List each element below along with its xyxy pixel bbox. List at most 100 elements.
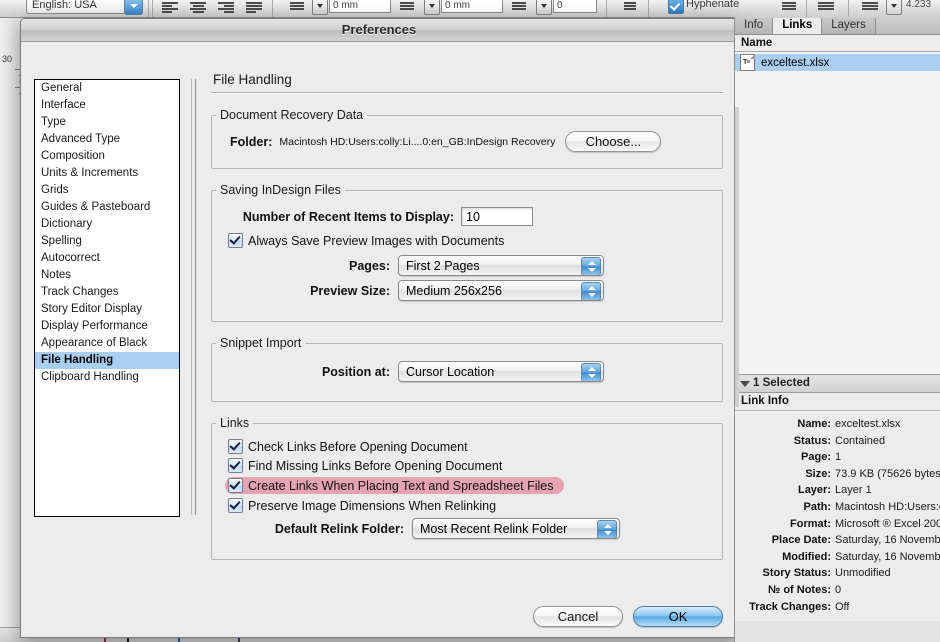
list-item[interactable]: T≡ exceltest.xlsx [735, 54, 940, 71]
sidebar-item-interface[interactable]: Interface [35, 97, 179, 114]
panel-tab-bar: Info Links Layers [735, 17, 940, 35]
control-panel-toolbar[interactable]: English: USA 0 mm 0 mm 0 Hyphenate 4.233 [0, 0, 940, 18]
info-value: 1 [835, 451, 842, 464]
bulleted-list-icon[interactable] [620, 2, 636, 15]
position-at-dropdown-value: Cursor Location [406, 365, 495, 379]
info-key: Name: [797, 418, 831, 430]
link-info-body: Name: exceltest.xlsx Status: Contained Pag… [735, 411, 940, 621]
info-value: 73.9 KB (75626 bytes) [835, 467, 940, 480]
align-justify-icon[interactable] [246, 2, 262, 15]
hyphenate-checkbox[interactable] [668, 0, 684, 14]
snippet-import-legend: Snippet Import [220, 336, 302, 350]
preview-size-dropdown-value: Medium 256x256 [406, 284, 502, 298]
info-value: Saturday, 16 November 201 [835, 550, 940, 563]
links-legend: Links [220, 416, 250, 430]
document-recovery-legend: Document Recovery Data [220, 108, 364, 122]
disclosure-triangle-icon[interactable] [740, 381, 750, 387]
tab-layers[interactable]: Layers [822, 18, 876, 34]
column-gutter-field[interactable]: 4.233 [903, 0, 937, 13]
create-links-checkbox[interactable] [228, 478, 243, 493]
check-links-checkbox[interactable] [228, 439, 243, 454]
info-key: Size: [805, 467, 831, 480]
info-value: Unmodified [835, 567, 891, 580]
link-info-title: Link Info [735, 393, 940, 411]
right-indent-field[interactable]: 0 mm [441, 0, 503, 13]
sidebar-item-track-changes[interactable]: Track Changes [35, 284, 179, 301]
info-row-status: Status: Contained [735, 433, 940, 450]
indent-icon[interactable] [288, 2, 304, 15]
info-value: Contained [835, 434, 886, 447]
sidebar-item-file-handling[interactable]: File Handling [35, 352, 179, 369]
sidebar-item-guides-pasteboard[interactable]: Guides & Pasteboard [35, 199, 179, 216]
info-row-modified: Modified: Saturday, 16 November 201 [735, 549, 940, 566]
info-row-format: Format: Microsoft ® Excel 2007 [735, 516, 940, 533]
space-before-field[interactable]: 0 [553, 0, 597, 13]
sidebar-item-dictionary[interactable]: Dictionary [35, 216, 179, 233]
position-at-dropdown[interactable]: Cursor Location [398, 361, 604, 382]
sidebar-item-units-increments[interactable]: Units & Increments [35, 165, 179, 182]
links-list[interactable]: T≡ exceltest.xlsx [735, 52, 940, 374]
default-relink-folder-dropdown[interactable]: Most Recent Relink Folder [412, 518, 620, 539]
space-before-stepper[interactable] [536, 0, 552, 15]
default-relink-folder-arrows[interactable] [597, 520, 617, 538]
column-count-icon[interactable] [862, 2, 878, 15]
right-indent-stepper[interactable] [424, 0, 440, 15]
sidebar-item-display-performance[interactable]: Display Performance [35, 318, 179, 335]
info-row-path: Path:Macintosh HD:Users:colly:De [735, 499, 940, 516]
info-row-name: Name: exceltest.xlsx [735, 416, 940, 433]
info-value: exceltest.xlsx [835, 418, 901, 430]
justify-all-icon[interactable] [818, 2, 834, 15]
snippet-import-group: Snippet Import Position at: Cursor Locat… [211, 336, 723, 402]
info-value: Saturday, 16 November 201 [835, 534, 940, 547]
always-save-preview-checkbox[interactable] [228, 233, 243, 248]
sidebar-item-advanced-type[interactable]: Advanced Type [35, 131, 179, 148]
sidebar-item-autocorrect[interactable]: Autocorrect [35, 250, 179, 267]
tab-info[interactable]: Info [735, 18, 774, 34]
info-key: Modified: [782, 550, 831, 563]
sidebar-item-grids[interactable]: Grids [35, 182, 179, 199]
dialog-titlebar[interactable]: Preferences [21, 19, 737, 42]
list-divider [191, 79, 192, 515]
selection-count-bar[interactable]: 1 Selected [735, 374, 940, 393]
info-value: Microsoft ® Excel 2007 [835, 517, 940, 530]
preferences-category-list[interactable]: General Interface Type Advanced Type Com… [34, 79, 180, 517]
align-center-icon[interactable] [190, 2, 206, 15]
choose-button[interactable]: Choose... [565, 131, 662, 152]
preview-size-dropdown-arrows[interactable] [581, 282, 601, 300]
find-missing-links-checkbox[interactable] [228, 458, 243, 473]
left-indent-field[interactable]: 0 mm [329, 0, 391, 13]
column-stepper[interactable] [886, 0, 902, 15]
sidebar-item-general[interactable]: General [35, 80, 179, 97]
span-columns-icon[interactable] [782, 2, 798, 15]
right-indent-icon[interactable] [400, 2, 416, 15]
list-divider-2 [195, 79, 196, 515]
document-recovery-group: Document Recovery Data Folder: Macintosh… [211, 108, 723, 169]
align-left-icon[interactable] [162, 2, 178, 15]
info-key: Place Date: [771, 534, 831, 547]
info-key: Format: [790, 517, 831, 530]
sidebar-item-appearance-of-black[interactable]: Appearance of Black [35, 335, 179, 352]
sidebar-item-type[interactable]: Type [35, 114, 179, 131]
align-right-icon[interactable] [218, 2, 234, 15]
info-key: № of Notes: [768, 583, 831, 596]
saving-files-legend: Saving InDesign Files [220, 183, 341, 197]
sidebar-item-clipboard-handling[interactable]: Clipboard Handling [35, 369, 179, 386]
tab-links[interactable]: Links [773, 18, 823, 34]
sidebar-item-spelling[interactable]: Spelling [35, 233, 179, 250]
preserve-dimensions-checkbox[interactable] [228, 498, 243, 513]
pages-dropdown[interactable]: First 2 Pages [398, 255, 604, 276]
preview-size-dropdown[interactable]: Medium 256x256 [398, 280, 604, 301]
language-dropdown-arrow[interactable] [124, 0, 143, 15]
sidebar-item-composition[interactable]: Composition [35, 148, 179, 165]
recent-items-input[interactable]: 10 [461, 207, 533, 226]
cancel-button[interactable]: Cancel [533, 606, 623, 627]
ok-button[interactable]: OK [633, 606, 723, 627]
links-column-header[interactable]: Name [735, 35, 940, 52]
pages-dropdown-arrows[interactable] [581, 257, 601, 275]
position-at-dropdown-arrows[interactable] [581, 363, 601, 381]
sidebar-item-story-editor-display[interactable]: Story Editor Display [35, 301, 179, 318]
sidebar-item-notes[interactable]: Notes [35, 267, 179, 284]
find-missing-links-label: Find Missing Links Before Opening Docume… [248, 458, 503, 473]
space-before-icon[interactable] [512, 2, 528, 15]
left-indent-stepper[interactable] [312, 0, 328, 15]
